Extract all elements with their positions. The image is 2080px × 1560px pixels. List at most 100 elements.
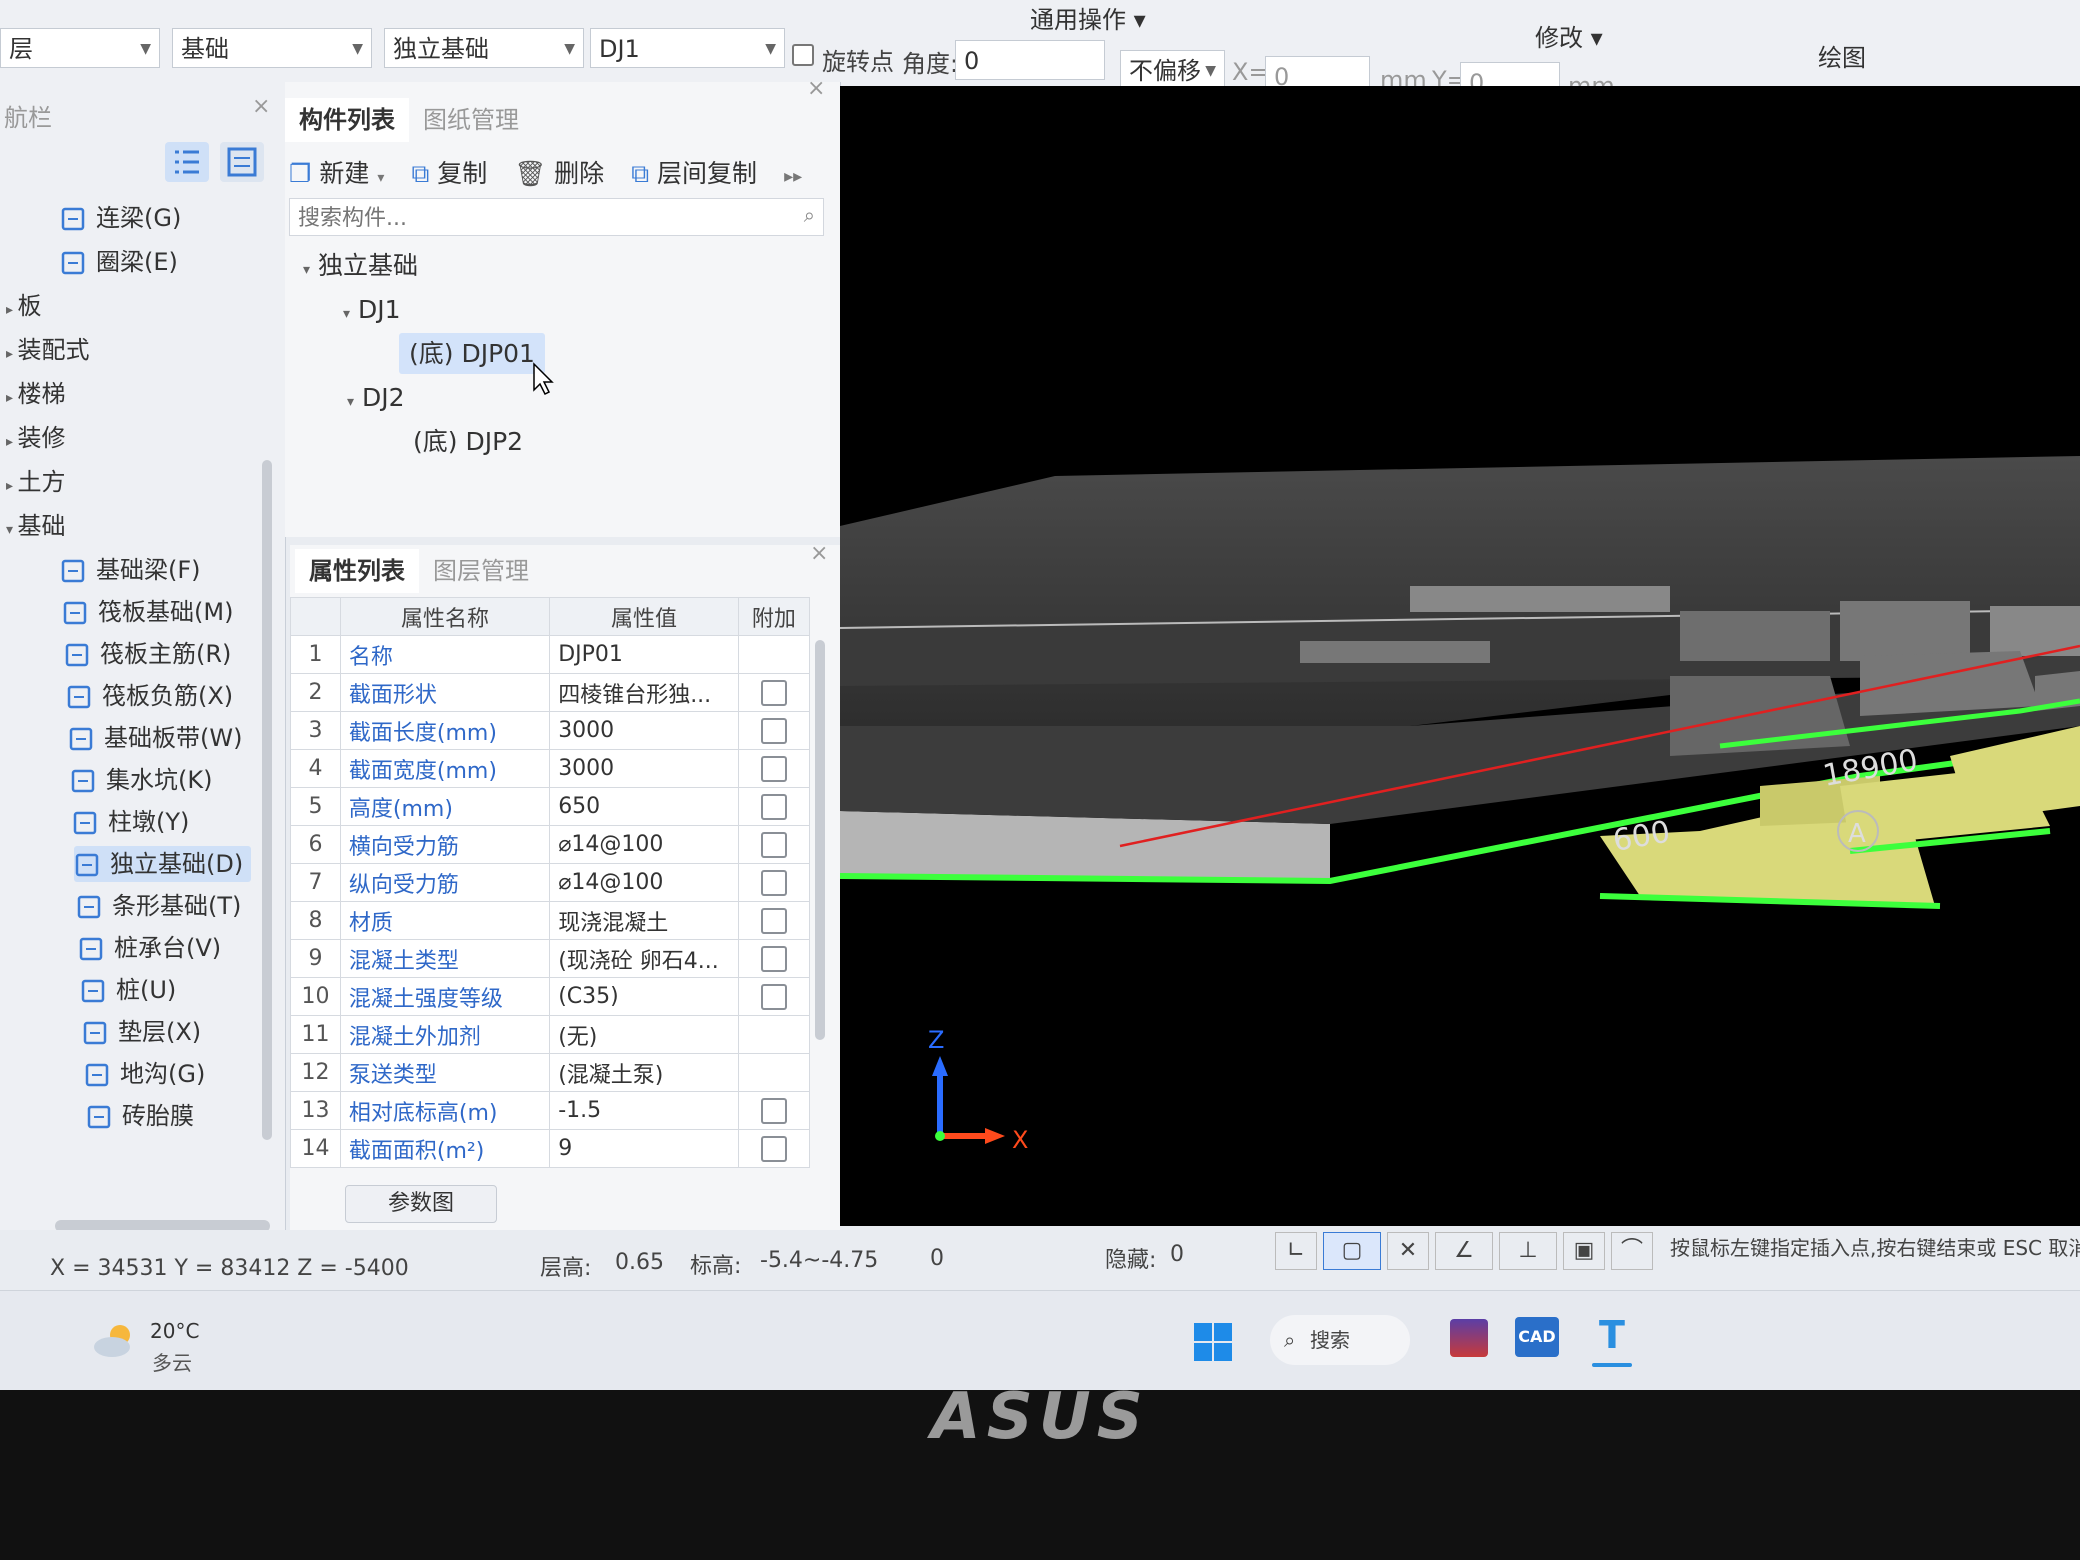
nav-item[interactable]: 桩(U) [80, 972, 176, 1008]
nav-item[interactable]: 垫层(X) [82, 1014, 201, 1050]
rotate-point-checkbox[interactable] [792, 44, 814, 66]
property-value[interactable]: ⌀14@100 [549, 825, 739, 864]
tree-root[interactable]: ▾ 独立基础 [303, 244, 823, 288]
property-value[interactable]: DJP01 [549, 635, 739, 674]
nav-item[interactable]: ▸ 装配式 [6, 332, 89, 368]
property-value[interactable]: (C35) [549, 977, 739, 1016]
extra-checkbox[interactable] [760, 679, 787, 706]
cloud-weather-icon[interactable] [90, 1321, 140, 1361]
windows-start-icon[interactable] [1192, 1321, 1234, 1363]
nav-item[interactable]: 集水坑(K) [70, 762, 212, 798]
angle-snap-icon[interactable]: ∠ [1435, 1232, 1493, 1270]
property-value[interactable]: 3000 [549, 749, 739, 788]
extra-checkbox[interactable] [760, 717, 787, 744]
extra-checkbox[interactable] [760, 869, 787, 896]
table-row[interactable]: 14 截面面积(m²) 9 [290, 1129, 811, 1168]
extra-checkbox[interactable] [760, 1135, 787, 1162]
nav-item[interactable]: 基础梁(F) [60, 552, 201, 588]
nav-item[interactable]: ▾ 基础 [6, 508, 65, 544]
detail-view-icon[interactable] [220, 142, 264, 182]
extra-checkbox[interactable] [760, 831, 787, 858]
nav-item[interactable]: 筏板主筋(R) [64, 636, 231, 672]
search-input[interactable] [296, 203, 780, 233]
close-icon[interactable]: × [807, 76, 825, 101]
dim-snap-icon[interactable]: ⊥ [1499, 1232, 1557, 1270]
ortho-icon[interactable]: ∟ [1275, 1232, 1317, 1270]
nav-item[interactable]: 连梁(G) [60, 200, 181, 236]
cross-snap-icon[interactable]: ✕ [1387, 1232, 1429, 1270]
type-combo[interactable]: 独立基础 ▼ [384, 28, 584, 68]
extra-checkbox[interactable] [760, 983, 787, 1010]
table-row[interactable]: 3 截面长度(mm) 3000 [290, 711, 811, 750]
list-view-icon[interactable] [165, 142, 209, 182]
more-icon[interactable]: ▸▸ [784, 166, 802, 187]
nav-item[interactable]: ▸ 板 [6, 288, 41, 324]
search-icon[interactable]: ⌕ [804, 203, 815, 227]
table-row[interactable]: 1 名称 DJP01 [290, 635, 811, 674]
property-value[interactable]: (混凝土泵) [549, 1053, 739, 1092]
angle-input[interactable]: 0 [955, 40, 1105, 80]
new-button[interactable]: ❐ 新建 ▾ [289, 154, 384, 190]
cad-icon[interactable]: CAD [1515, 1317, 1559, 1357]
menu-modify[interactable]: 修改 ▾ [1535, 18, 1603, 52]
property-value[interactable]: 现浇混凝土 [549, 901, 739, 940]
3d-viewport[interactable]: 18900 600 A Z X [840, 86, 2080, 1226]
nav-item[interactable]: 圈梁(E) [60, 244, 178, 280]
property-scrollbar[interactable] [815, 640, 825, 1040]
t-app-icon[interactable]: T [1590, 1313, 1634, 1357]
param-diagram-button[interactable]: 参数图 [345, 1185, 497, 1223]
table-row[interactable]: 7 纵向受力筋 ⌀14@100 [290, 863, 811, 902]
extra-checkbox[interactable] [760, 945, 787, 972]
table-row[interactable]: 8 材质 现浇混凝土 [290, 901, 811, 940]
extra-checkbox[interactable] [760, 907, 787, 934]
nav-item[interactable]: 独立基础(D) [74, 846, 252, 882]
nav-item[interactable]: ▸ 装修 [6, 420, 65, 456]
property-value[interactable]: 650 [549, 787, 739, 826]
property-value[interactable]: 四棱锥台形独... [549, 673, 739, 712]
delete-button[interactable]: 🗑 删除 [514, 154, 604, 190]
tree-group-dj2[interactable]: ▾ DJ2 [303, 376, 823, 420]
property-value[interactable]: ⌀14@100 [549, 863, 739, 902]
tab-property-list[interactable]: 属性列表 [295, 549, 419, 593]
property-value[interactable]: -1.5 [549, 1091, 739, 1130]
property-value[interactable]: (无) [549, 1015, 739, 1054]
menu-general-ops[interactable]: 通用操作 ▾ [1030, 0, 1146, 34]
close-icon[interactable]: × [810, 541, 828, 566]
table-row[interactable]: 6 横向受力筋 ⌀14@100 [290, 825, 811, 864]
winrar-icon[interactable] [1450, 1319, 1488, 1357]
property-value[interactable]: (现浇砼 卵石4... [549, 939, 739, 978]
floor-copy-button[interactable]: ⧉ 层间复制 [631, 154, 757, 190]
table-row[interactable]: 10 混凝土强度等级 (C35) [290, 977, 811, 1016]
property-value[interactable]: 9 [549, 1129, 739, 1168]
offset-combo[interactable]: 不偏移 ▼ [1120, 50, 1225, 90]
category-combo[interactable]: 基础 ▼ [172, 28, 372, 68]
table-row[interactable]: 5 高度(mm) 650 [290, 787, 811, 826]
nav-item[interactable]: 基础板带(W) [68, 720, 242, 756]
table-row[interactable]: 13 相对底标高(m) -1.5 [290, 1091, 811, 1130]
nav-item[interactable]: 条形基础(T) [76, 888, 241, 924]
nav-item[interactable]: 桩承台(V) [78, 930, 221, 966]
extra-checkbox[interactable] [760, 755, 787, 782]
component-combo[interactable]: DJ1 ▼ [590, 28, 785, 68]
extra-checkbox[interactable] [760, 793, 787, 820]
tab-layer-management[interactable]: 图层管理 [419, 549, 543, 593]
snap-box-icon[interactable]: ▢ [1323, 1232, 1381, 1270]
menu-draw[interactable]: 绘图 [1818, 38, 1866, 72]
table-row[interactable]: 2 截面形状 四棱锥台形独... [290, 673, 811, 712]
tab-component-list[interactable]: 构件列表 [285, 98, 409, 142]
nav-scrollbar[interactable] [262, 460, 272, 1140]
tab-drawing-management[interactable]: 图纸管理 [409, 98, 533, 142]
copy-button[interactable]: ⧉ 复制 [411, 154, 487, 190]
nav-item[interactable]: 砖胎膜 [86, 1098, 194, 1134]
taskbar-search[interactable]: ⌕ 搜索 [1270, 1315, 1410, 1365]
display-icon[interactable]: ▣ [1563, 1232, 1605, 1270]
table-row[interactable]: 4 截面宽度(mm) 3000 [290, 749, 811, 788]
nav-item[interactable]: 柱墩(Y) [72, 804, 189, 840]
nav-item[interactable]: 地沟(G) [84, 1056, 205, 1092]
tree-leaf-djp01[interactable]: (底) DJP01 [303, 332, 823, 376]
table-row[interactable]: 12 泵送类型 (混凝土泵) [290, 1053, 811, 1092]
search-box[interactable]: ⌕ [289, 198, 824, 236]
close-icon[interactable]: × [252, 94, 270, 119]
extra-checkbox[interactable] [760, 1097, 787, 1124]
nav-item[interactable]: ▸ 楼梯 [6, 376, 65, 412]
